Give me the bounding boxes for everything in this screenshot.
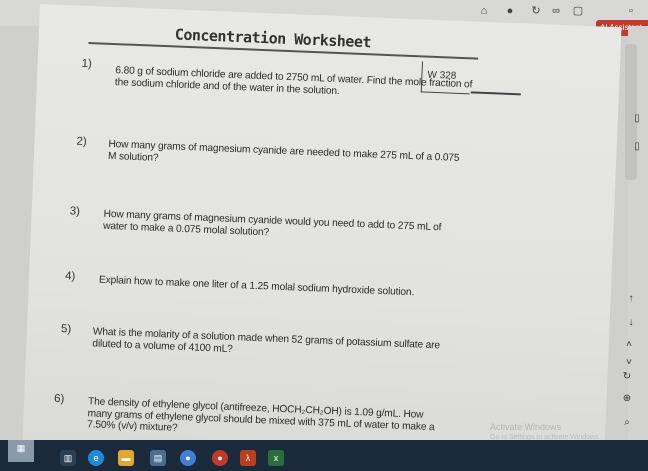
bookmark-icon[interactable]: ▯ <box>630 112 644 126</box>
record-icon[interactable]: ● <box>212 450 228 466</box>
question-text: The density of ethylene glycol (antifree… <box>86 396 435 434</box>
question-text: How many grams of magnesium cyanide are … <box>107 138 460 164</box>
spreadsheet-icon[interactable]: x <box>268 450 284 466</box>
page-up-icon[interactable]: ↑ <box>624 292 638 306</box>
question-text: Explain how to make one liter of a 1.25 … <box>98 274 415 299</box>
chevron-up-icon[interactable]: ˄ <box>622 338 636 352</box>
worksheet-page: Concentration Worksheet W 328 1) 6.80 g … <box>21 4 622 440</box>
chrome-icon[interactable]: ● <box>180 450 196 466</box>
question-number: 2) <box>76 135 87 148</box>
panel-icon[interactable]: ▯ <box>630 140 644 154</box>
page-down-icon[interactable]: ↓ <box>624 316 638 330</box>
bookmark-add-icon[interactable]: ⊕ <box>620 392 634 406</box>
store-icon[interactable]: ▤ <box>150 450 166 466</box>
question-number: 1) <box>81 57 93 71</box>
chevron-down-icon[interactable]: ˅ <box>622 356 636 370</box>
acrobat-icon[interactable]: λ <box>240 450 256 466</box>
question-text: How many grams of magnesium cyanide woul… <box>102 208 442 238</box>
browser-icon[interactable]: e <box>88 450 104 466</box>
question-number: 4) <box>64 270 76 283</box>
document-viewport: Concentration Worksheet W 328 1) 6.80 g … <box>0 0 630 440</box>
question-number: 5) <box>60 323 72 336</box>
question-number: 3) <box>69 205 81 218</box>
taskbar: ▦ ▥ e ▬ ▤ ● ● λ x <box>0 440 648 471</box>
question-text: What is the molarity of a solution made … <box>92 326 441 355</box>
question-number: 6) <box>53 392 65 406</box>
zoom-icon[interactable]: ⌕ <box>620 416 634 430</box>
rotate-icon[interactable]: ↻ <box>620 370 634 384</box>
file-explorer-icon[interactable]: ▥ <box>60 450 76 466</box>
activation-watermark: Activate Windows <box>490 422 562 432</box>
start-icon[interactable]: ▦ <box>8 440 34 462</box>
code-underline <box>470 91 521 95</box>
folder-icon[interactable]: ▬ <box>118 450 134 466</box>
